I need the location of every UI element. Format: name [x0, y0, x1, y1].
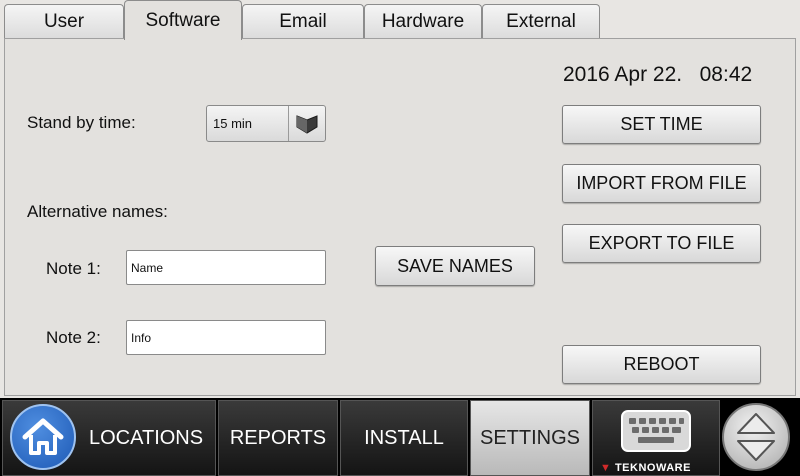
reboot-button[interactable]: REBOOT — [562, 345, 761, 384]
set-time-button[interactable]: SET TIME — [562, 105, 761, 144]
note1-input[interactable] — [126, 250, 326, 285]
date-text: 2016 Apr 22. — [563, 63, 683, 86]
chevron-down-icon — [288, 106, 325, 141]
nav-locations[interactable]: LOCATIONS — [2, 400, 216, 476]
note2-input[interactable] — [126, 320, 326, 355]
import-label: IMPORT FROM FILE — [576, 173, 747, 193]
brand-name: TEKNOWARE — [614, 462, 691, 474]
tab-software[interactable]: Software — [124, 0, 242, 40]
keyboard-icon — [620, 409, 692, 459]
import-from-file-button[interactable]: IMPORT FROM FILE — [562, 164, 761, 203]
note2-label: Note 2: — [46, 328, 101, 347]
nav-install[interactable]: INSTALL — [340, 400, 468, 476]
time-text: 08:42 — [699, 63, 753, 86]
home-icon[interactable] — [10, 404, 76, 470]
standby-select[interactable]: 15 min — [206, 105, 326, 142]
nav-locations-label: LOCATIONS — [89, 426, 204, 449]
tab-external[interactable]: External — [482, 4, 600, 38]
software-settings-panel: 2016 Apr 22. 08:42 Stand by time: 15 min… — [4, 38, 796, 396]
tab-label: Email — [279, 10, 327, 32]
reboot-label: REBOOT — [623, 354, 700, 374]
save-names-button[interactable]: SAVE NAMES — [375, 246, 535, 286]
brand-mark-icon: ▼ — [600, 462, 612, 474]
tab-hardware[interactable]: Hardware — [364, 4, 482, 38]
nav-reports[interactable]: REPORTS — [218, 400, 338, 476]
export-label: EXPORT TO FILE — [588, 233, 735, 253]
date-time-display: 2016 Apr 22. 08:42 — [563, 63, 752, 87]
standby-label: Stand by time: — [27, 113, 136, 132]
note1-label: Note 1: — [46, 259, 101, 278]
tab-label: External — [506, 10, 576, 32]
set-time-label: SET TIME — [620, 114, 703, 134]
tab-label: User — [43, 10, 85, 32]
tab-user[interactable]: User — [4, 4, 124, 38]
tab-label: Software — [145, 9, 221, 31]
tab-label: Hardware — [381, 10, 465, 32]
standby-value: 15 min — [213, 116, 253, 131]
tab-bar: User Software Email Hardware External — [0, 0, 800, 40]
brand-logo: ▼ TEKNOWARE — [600, 462, 691, 474]
nav-reports-label: REPORTS — [229, 426, 327, 449]
nav-install-label: INSTALL — [364, 426, 444, 449]
tab-email[interactable]: Email — [242, 4, 364, 38]
up-down-arrows-icon[interactable] — [722, 403, 790, 471]
alt-names-label: Alternative names: — [27, 202, 168, 221]
nav-settings[interactable]: SETTINGS — [470, 400, 590, 476]
export-to-file-button[interactable]: EXPORT TO FILE — [562, 224, 761, 263]
save-names-label: SAVE NAMES — [397, 255, 513, 276]
nav-settings-label: SETTINGS — [479, 426, 580, 449]
